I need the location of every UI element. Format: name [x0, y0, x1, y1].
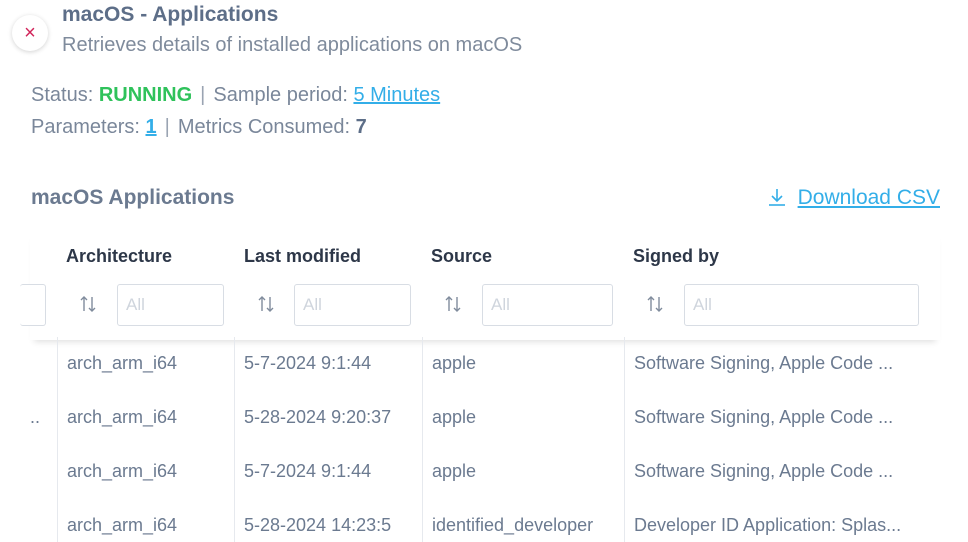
table-cell-last-modified: 5-28-2024 9:20:37 [244, 407, 392, 427]
download-csv-label: Download CSV [797, 186, 940, 209]
parameters-link[interactable]: 1 [145, 116, 156, 138]
column-header-source[interactable]: Source [431, 246, 492, 267]
metrics-consumed-value: 7 [355, 116, 367, 138]
status-badge: RUNNING [98, 84, 193, 106]
sample-period-label: Sample period: [213, 84, 354, 106]
table-cell-architecture: arch_arm_i64 [67, 515, 178, 535]
filter-input-last-modified[interactable] [294, 284, 411, 326]
parameters-line: Parameters: 1 | Metrics Consumed: 7 [31, 116, 367, 139]
table-cell-last-modified: 5-7-2024 9:1:44 [244, 461, 372, 481]
table-cell-prev [30, 499, 54, 542]
table-cell-source: apple [432, 461, 477, 481]
sort-icon[interactable] [256, 294, 276, 314]
filter-input-architecture[interactable] [117, 284, 224, 326]
table-cell-signed-by: Software Signing, Apple Code ... [634, 407, 894, 427]
column-header-architecture[interactable]: Architecture [66, 246, 172, 267]
table-cell-prev: .. [30, 407, 41, 427]
download-csv-button[interactable]: Download CSV [766, 186, 940, 210]
table-cell-signed-by: Software Signing, Apple Code ... [634, 353, 894, 373]
table-cell-signed-by: Developer ID Application: Splas... [634, 515, 902, 535]
table-cell-source: apple [432, 353, 477, 373]
sample-period-link[interactable]: 5 Minutes [353, 84, 440, 106]
separator: | [200, 84, 206, 106]
filter-input-signed-by[interactable] [684, 284, 919, 326]
filter-input-source[interactable] [482, 284, 613, 326]
page-title: macOS - Applications [62, 3, 279, 26]
sort-icon[interactable] [645, 294, 665, 314]
table-cell-source: apple [432, 407, 477, 427]
table-cell-prev [30, 337, 54, 391]
table-cell-last-modified: 5-28-2024 14:23:5 [244, 515, 392, 535]
close-icon: × [24, 22, 36, 44]
table-cell-source: identified_developer [432, 515, 594, 535]
table-cell-architecture: arch_arm_i64 [67, 407, 178, 427]
table-header: Architecture Last modified Source Signed… [20, 230, 940, 340]
table-row[interactable]: arch_arm_i64 5-7-2024 9:1:44 apple Softw… [30, 337, 940, 391]
download-icon [766, 186, 788, 208]
page-subtitle: Retrieves details of installed applicati… [62, 34, 523, 56]
table-row[interactable]: arch_arm_i64 5-28-2024 14:23:5 identifie… [30, 499, 940, 542]
column-header-last-modified[interactable]: Last modified [244, 246, 361, 267]
table-cell-prev [30, 445, 54, 499]
separator: | [164, 116, 170, 138]
filter-input-prev[interactable] [20, 284, 46, 326]
table-cell-architecture: arch_arm_i64 [67, 353, 178, 373]
status-label: Status: [31, 84, 99, 106]
table-cell-signed-by: Software Signing, Apple Code ... [634, 461, 894, 481]
status-line: Status: RUNNING | Sample period: 5 Minutes [31, 84, 440, 107]
close-button[interactable]: × [12, 15, 48, 51]
table-cell-architecture: arch_arm_i64 [67, 461, 178, 481]
metrics-consumed-label: Metrics Consumed: [177, 116, 356, 138]
table-body: arch_arm_i64 5-7-2024 9:1:44 apple Softw… [30, 337, 940, 542]
table-cell-last-modified: 5-7-2024 9:1:44 [244, 353, 372, 373]
sort-icon[interactable] [443, 294, 463, 314]
table-row[interactable]: .. arch_arm_i64 5-28-2024 9:20:37 apple … [30, 391, 940, 445]
parameters-label: Parameters: [31, 116, 146, 138]
section-title: macOS Applications [31, 186, 235, 209]
table-row[interactable]: arch_arm_i64 5-7-2024 9:1:44 apple Softw… [30, 445, 940, 499]
column-header-signed-by[interactable]: Signed by [633, 246, 719, 267]
sort-icon[interactable] [78, 294, 98, 314]
